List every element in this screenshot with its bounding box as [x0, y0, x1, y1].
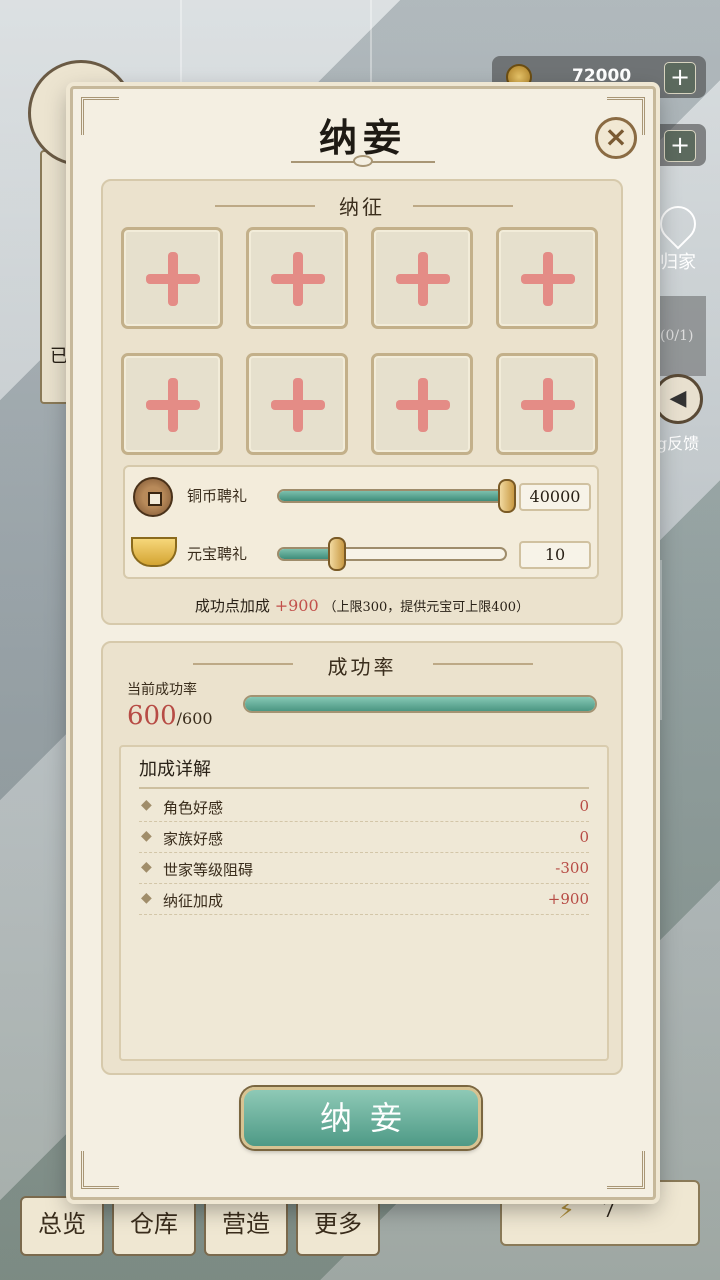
betrothal-gift-panel: 铜币聘礼 40000 元宝聘礼 10: [123, 465, 599, 579]
megaphone-icon: ◀: [653, 374, 703, 424]
ingot-slider-handle[interactable]: [327, 537, 346, 571]
ingot-gift-input[interactable]: 10: [519, 541, 591, 569]
detail-row: ◆ 角色好感 0: [139, 791, 589, 822]
bonus-value: +900: [274, 596, 319, 615]
bonus-summary: 成功点加成 +900 （上限300，提供元宝可上限400）: [103, 595, 621, 616]
copper-gift-fill: [279, 491, 505, 501]
detail-label: 家族好感: [163, 830, 224, 848]
plus-icon-bar: [396, 274, 450, 284]
recruit-section: 纳征 铜币聘礼 40000 元宝聘礼 10 成功点加成 +900 （上限300，…: [101, 179, 623, 625]
left-partial-label: 已: [50, 346, 68, 367]
corner-ornament: [81, 1151, 119, 1189]
add-copper-button[interactable]: +: [664, 62, 696, 94]
title-ornament: [353, 155, 373, 167]
gift-slot[interactable]: [371, 353, 473, 455]
tab-warehouse[interactable]: 仓库: [112, 1196, 196, 1256]
diamond-bullet-icon: ◆: [141, 828, 152, 844]
corner-ornament: [607, 1151, 645, 1189]
coin-hole: [148, 492, 162, 506]
gold-ingot-icon: [131, 537, 177, 567]
map-grid-line: [660, 560, 662, 720]
copper-coin-icon: [133, 477, 173, 517]
return-home-label: 归家: [660, 252, 696, 273]
gift-slot[interactable]: [246, 353, 348, 455]
detail-value: -300: [555, 859, 589, 877]
current-rate-value: 600/600: [127, 701, 213, 731]
plus-icon-bar: [146, 274, 200, 284]
tab-construction[interactable]: 营造: [204, 1196, 288, 1256]
copper-gift-slider[interactable]: [277, 489, 507, 503]
plus-icon-bar: [521, 274, 575, 284]
add-ingot-button[interactable]: +: [664, 130, 696, 162]
feedback-button[interactable]: ◀ g反馈: [648, 374, 708, 454]
quota-panel: (0/1): [650, 296, 706, 376]
plus-icon-bar: [521, 400, 575, 410]
tab-overview[interactable]: 总览: [20, 1196, 104, 1256]
plus-icon-bar: [271, 400, 325, 410]
current-rate-label: 当前成功率: [127, 682, 197, 698]
energy-value: 7: [602, 1198, 616, 1223]
detail-row: ◆ 纳征加成 +900: [139, 884, 589, 915]
bonus-details-panel: 加成详解 ◆ 角色好感 0 ◆ 家族好感 0 ◆ 世家等级阻碍 -300 ◆ 纳…: [119, 745, 609, 1061]
recruit-heading: 纳征: [339, 195, 385, 219]
ingot-gift-label: 元宝聘礼: [187, 545, 248, 563]
detail-value: +900: [547, 890, 589, 908]
detail-value: 0: [579, 828, 589, 846]
max-rate-value: /600: [176, 709, 213, 728]
success-heading: 成功率: [327, 655, 397, 679]
detail-label: 纳征加成: [163, 892, 224, 910]
detail-value: 0: [579, 797, 589, 815]
diamond-bullet-icon: ◆: [141, 859, 152, 875]
details-divider: [139, 787, 589, 789]
gift-slot[interactable]: [246, 227, 348, 329]
bonus-label: 成功点加成: [194, 597, 270, 615]
detail-label: 角色好感: [163, 799, 224, 817]
detail-row: ◆ 家族好感 0: [139, 822, 589, 853]
gift-slot[interactable]: [496, 353, 598, 455]
feedback-label: g反馈: [656, 434, 700, 453]
lightning-icon: ⚡: [558, 1196, 575, 1224]
details-title: 加成详解: [139, 759, 211, 780]
copper-slider-handle[interactable]: [498, 479, 516, 513]
gift-slot[interactable]: [496, 227, 598, 329]
detail-row: ◆ 世家等级阻碍 -300: [139, 853, 589, 884]
location-pin-icon: [652, 198, 704, 250]
close-button[interactable]: ×: [595, 117, 637, 159]
diamond-bullet-icon: ◆: [141, 890, 152, 906]
detail-label: 世家等级阻碍: [163, 861, 254, 879]
copper-value: 72000: [572, 66, 632, 86]
success-rate-section: 成功率 当前成功率 600/600 加成详解 ◆ 角色好感 0 ◆ 家族好感 0…: [101, 641, 623, 1075]
gift-slot[interactable]: [371, 227, 473, 329]
quota-label: (0/1): [660, 328, 694, 344]
success-progress-fill: [245, 697, 595, 711]
plus-icon-bar: [146, 400, 200, 410]
current-rate-number: 600: [127, 701, 177, 731]
diamond-bullet-icon: ◆: [141, 797, 152, 813]
gift-slot[interactable]: [121, 353, 223, 455]
gift-slot[interactable]: [121, 227, 223, 329]
bonus-note: （上限300，提供元宝可上限400）: [323, 600, 530, 615]
concubine-dialog: 纳妾 × 纳征 铜币聘礼 40000 元宝聘礼 10 成功点加成 +900 （上…: [70, 86, 656, 1200]
plus-icon-bar: [396, 400, 450, 410]
plus-icon-bar: [271, 274, 325, 284]
success-progress-bar: [243, 695, 597, 713]
copper-gift-input[interactable]: 40000: [519, 483, 591, 511]
return-home-button[interactable]: 归家: [648, 198, 708, 274]
copper-gift-label: 铜币聘礼: [187, 487, 248, 505]
confirm-concubine-button[interactable]: 纳妾: [241, 1087, 481, 1149]
tab-more[interactable]: 更多: [296, 1196, 380, 1256]
ingot-gift-slider[interactable]: [277, 547, 507, 561]
dialog-title: 纳妾: [318, 115, 407, 160]
